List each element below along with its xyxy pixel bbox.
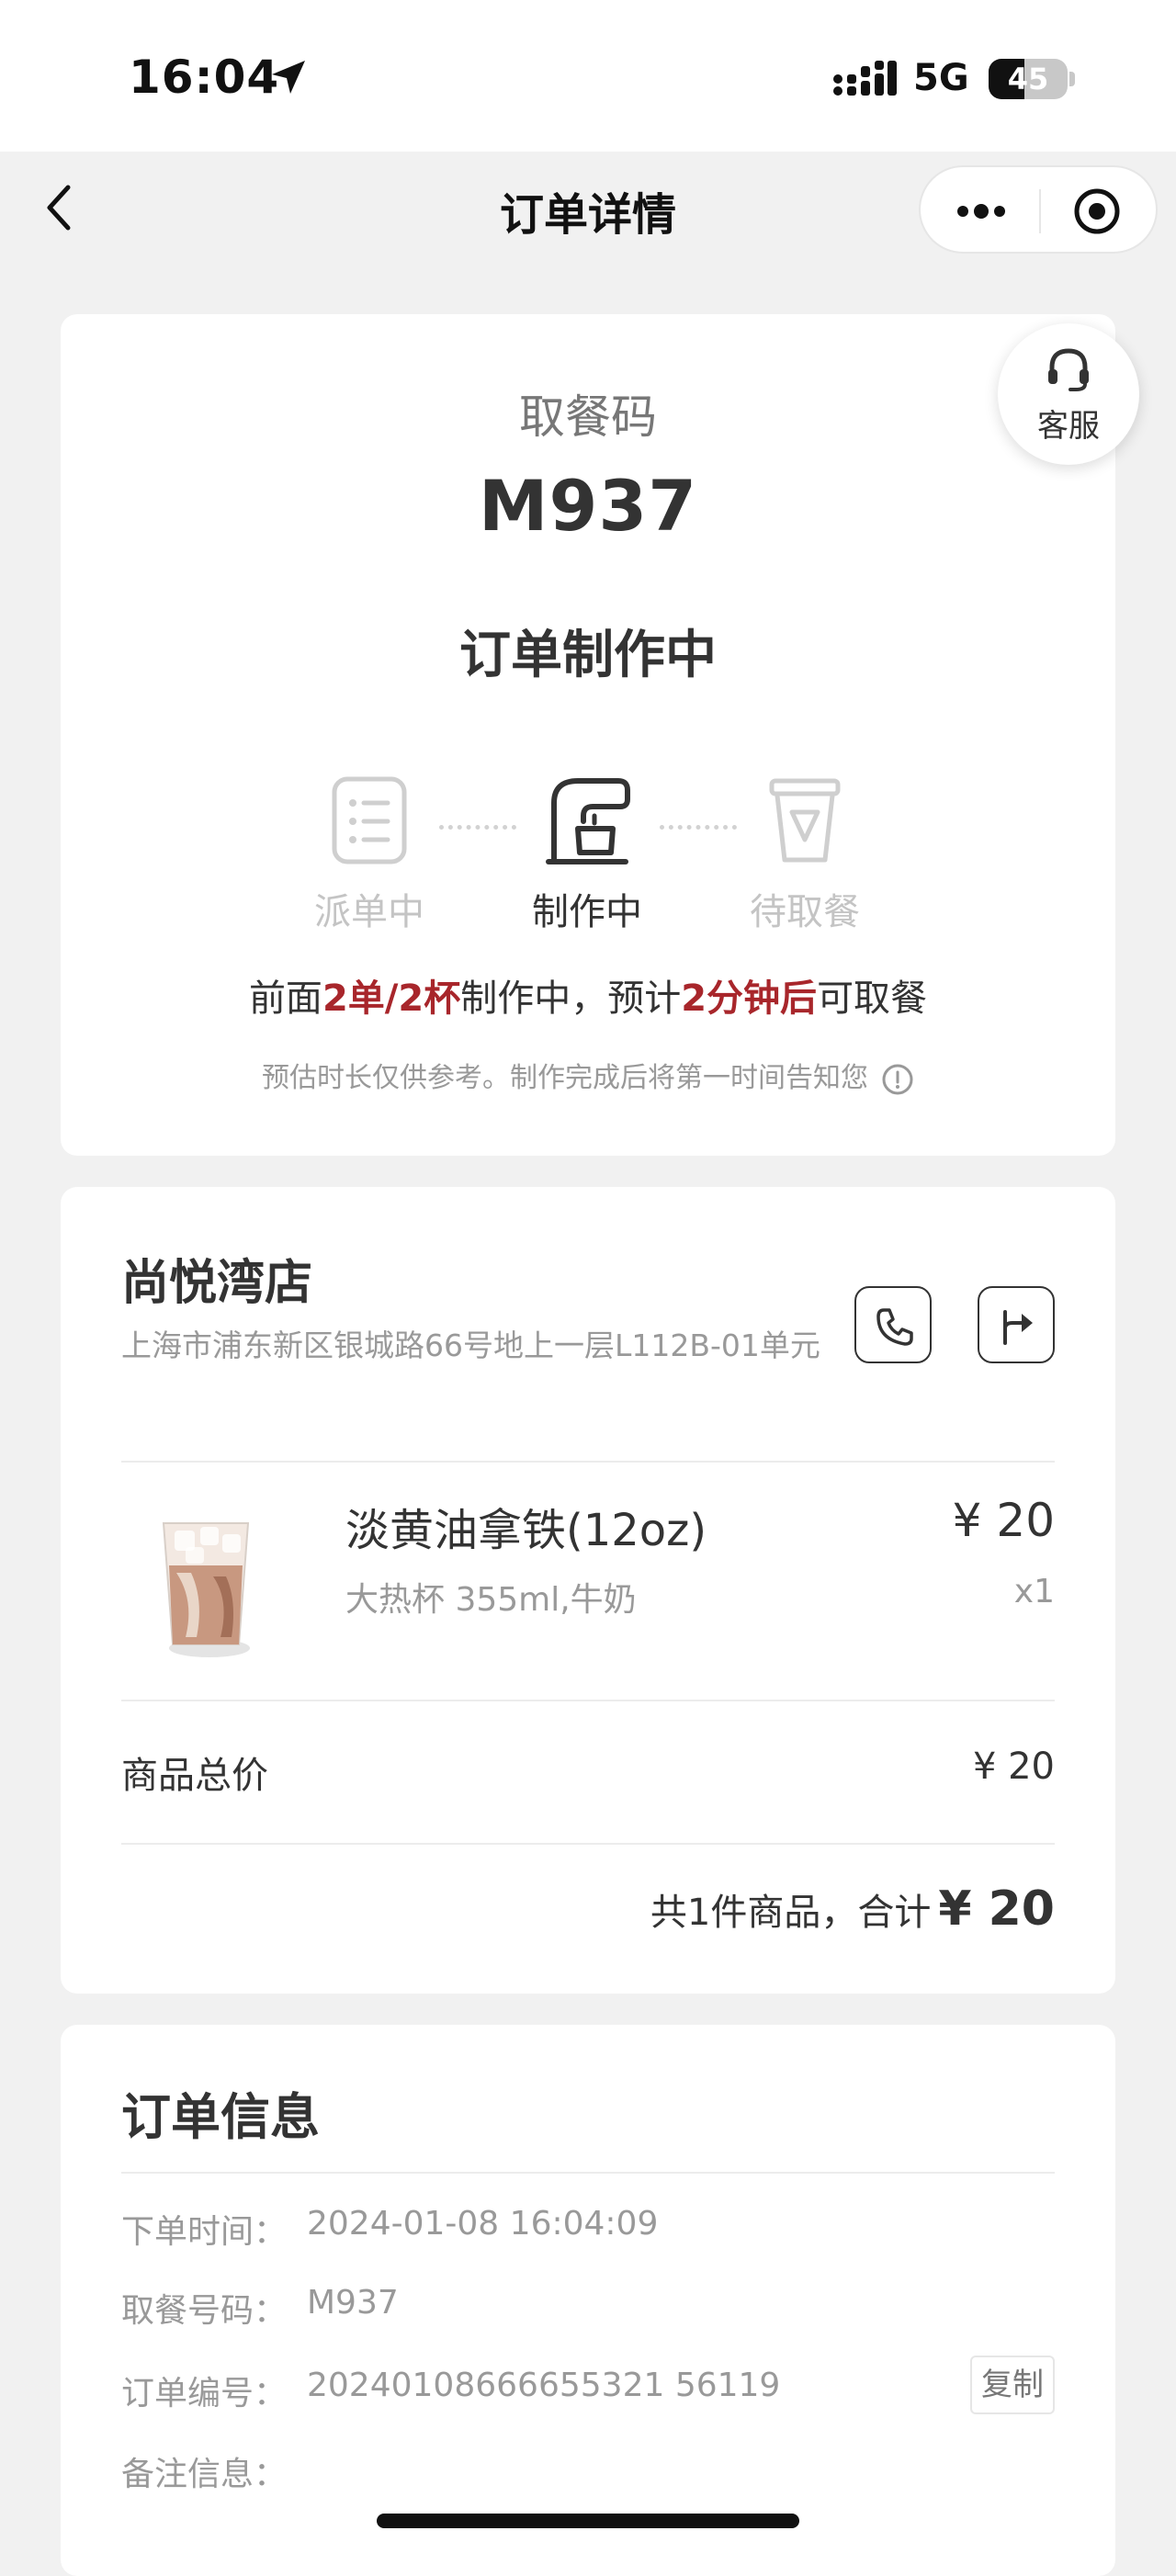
customer-service-label: 客服 [1037, 408, 1100, 445]
pickup-card: 取餐码 M937 订单制作中 派单中 制作中 待取餐 前面2单/2杯制作中，预计… [61, 314, 1115, 1156]
location-arrow-icon [272, 61, 305, 94]
cup-icon [769, 778, 841, 863]
close-mini-program-icon[interactable] [1073, 187, 1121, 235]
divider [121, 1843, 1055, 1845]
call-store-button[interactable] [854, 1286, 932, 1363]
step-ready: 待取餐 [713, 775, 897, 935]
step-label: 制作中 [532, 891, 642, 933]
order-status: 订单制作中 [459, 626, 717, 685]
step-making: 制作中 [495, 775, 679, 935]
order-time-value: 2024-01-08 16:04:09 [307, 2205, 659, 2243]
step-label: 派单中 [314, 891, 424, 933]
progress-message: 前面2单/2杯制作中，预计2分钟后可取餐 [248, 977, 928, 1020]
step-label: 待取餐 [750, 891, 860, 933]
network-type: 5G [913, 57, 969, 99]
product-price: ¥ 20 [952, 1494, 1055, 1547]
product-options: 大热杯 355ml,牛奶 [345, 1581, 637, 1619]
eta: 2分钟后 [681, 977, 818, 1020]
pickup-code: M937 [478, 465, 698, 547]
divider [121, 1461, 1055, 1463]
status-bar: 16:04 5G 45 订单详情 [0, 0, 1176, 254]
order-number-label: 订单编号： [121, 2375, 288, 2412]
pickup-number-row: 取餐号码： M937 [121, 2284, 1055, 2339]
navigate-button[interactable] [978, 1286, 1055, 1363]
copy-button[interactable]: 复制 [970, 2356, 1055, 2414]
remarks-row: 备注信息： [121, 2447, 1055, 2503]
battery-cap [1069, 72, 1075, 86]
capsule-divider [1039, 189, 1041, 233]
mini-program-capsule [919, 165, 1158, 254]
order-info-card: 订单信息 下单时间： 2024-01-08 16:04:09 取餐号码： M93… [61, 2025, 1115, 2576]
pickup-code-label: 取餐码 [519, 390, 657, 444]
order-time-label: 下单时间： [121, 2213, 288, 2251]
headset-icon [1048, 348, 1089, 391]
product-quantity: x1 [1013, 1573, 1055, 1610]
product-image [162, 1522, 250, 1657]
divider [121, 2172, 1055, 2174]
customer-service-button[interactable]: 客服 [998, 323, 1139, 465]
home-indicator [377, 2514, 799, 2528]
status-time: 16:04 [129, 51, 280, 104]
pickup-number-value: M937 [307, 2284, 399, 2322]
battery-level: 45 [1007, 62, 1049, 96]
battery-icon: 45 [989, 59, 1068, 99]
order-number-value: 20240108666655321 56119 [307, 2367, 781, 2404]
remarks-label: 备注信息： [121, 2456, 288, 2493]
order-list-icon [332, 776, 407, 864]
order-info-title: 订单信息 [121, 2088, 320, 2146]
divider [121, 1700, 1055, 1701]
estimate-tip: 预估时长仅供参考。制作完成后将第一时间告知您 [61, 1055, 1115, 1096]
coffee-machine-icon [546, 778, 630, 864]
order-time-row: 下单时间： 2024-01-08 16:04:09 [121, 2205, 1055, 2260]
pickup-number-label: 取餐号码： [121, 2292, 288, 2330]
store-address: 上海市浦东新区银城路66号地上一层L112B-01单元 [121, 1328, 820, 1363]
subtotal-label: 商品总价 [121, 1755, 268, 1797]
phone-icon [876, 1308, 913, 1346]
info-icon[interactable] [881, 1063, 914, 1096]
more-icon[interactable] [954, 193, 1009, 230]
directions-icon [1003, 1310, 1033, 1345]
subtotal-value: ¥ 20 [972, 1746, 1055, 1788]
order-number-row: 订单编号： 20240108666655321 56119 复制 [121, 2356, 1055, 2422]
order-total: 共1件商品，合计 ¥ 20 [650, 1881, 1055, 1937]
signal-icon [833, 61, 897, 96]
total-amount: ¥ 20 [938, 1881, 1055, 1937]
queue-count: 2单/2杯 [322, 977, 461, 1020]
product-name: 淡黄油拿铁(12oz) [345, 1505, 707, 1556]
store-name: 尚悦湾店 [121, 1256, 313, 1311]
store-card: 尚悦湾店 上海市浦东新区银城路66号地上一层L112B-01单元 淡黄油拿铁(1… [61, 1187, 1115, 1994]
step-dispatch: 派单中 [277, 775, 461, 935]
